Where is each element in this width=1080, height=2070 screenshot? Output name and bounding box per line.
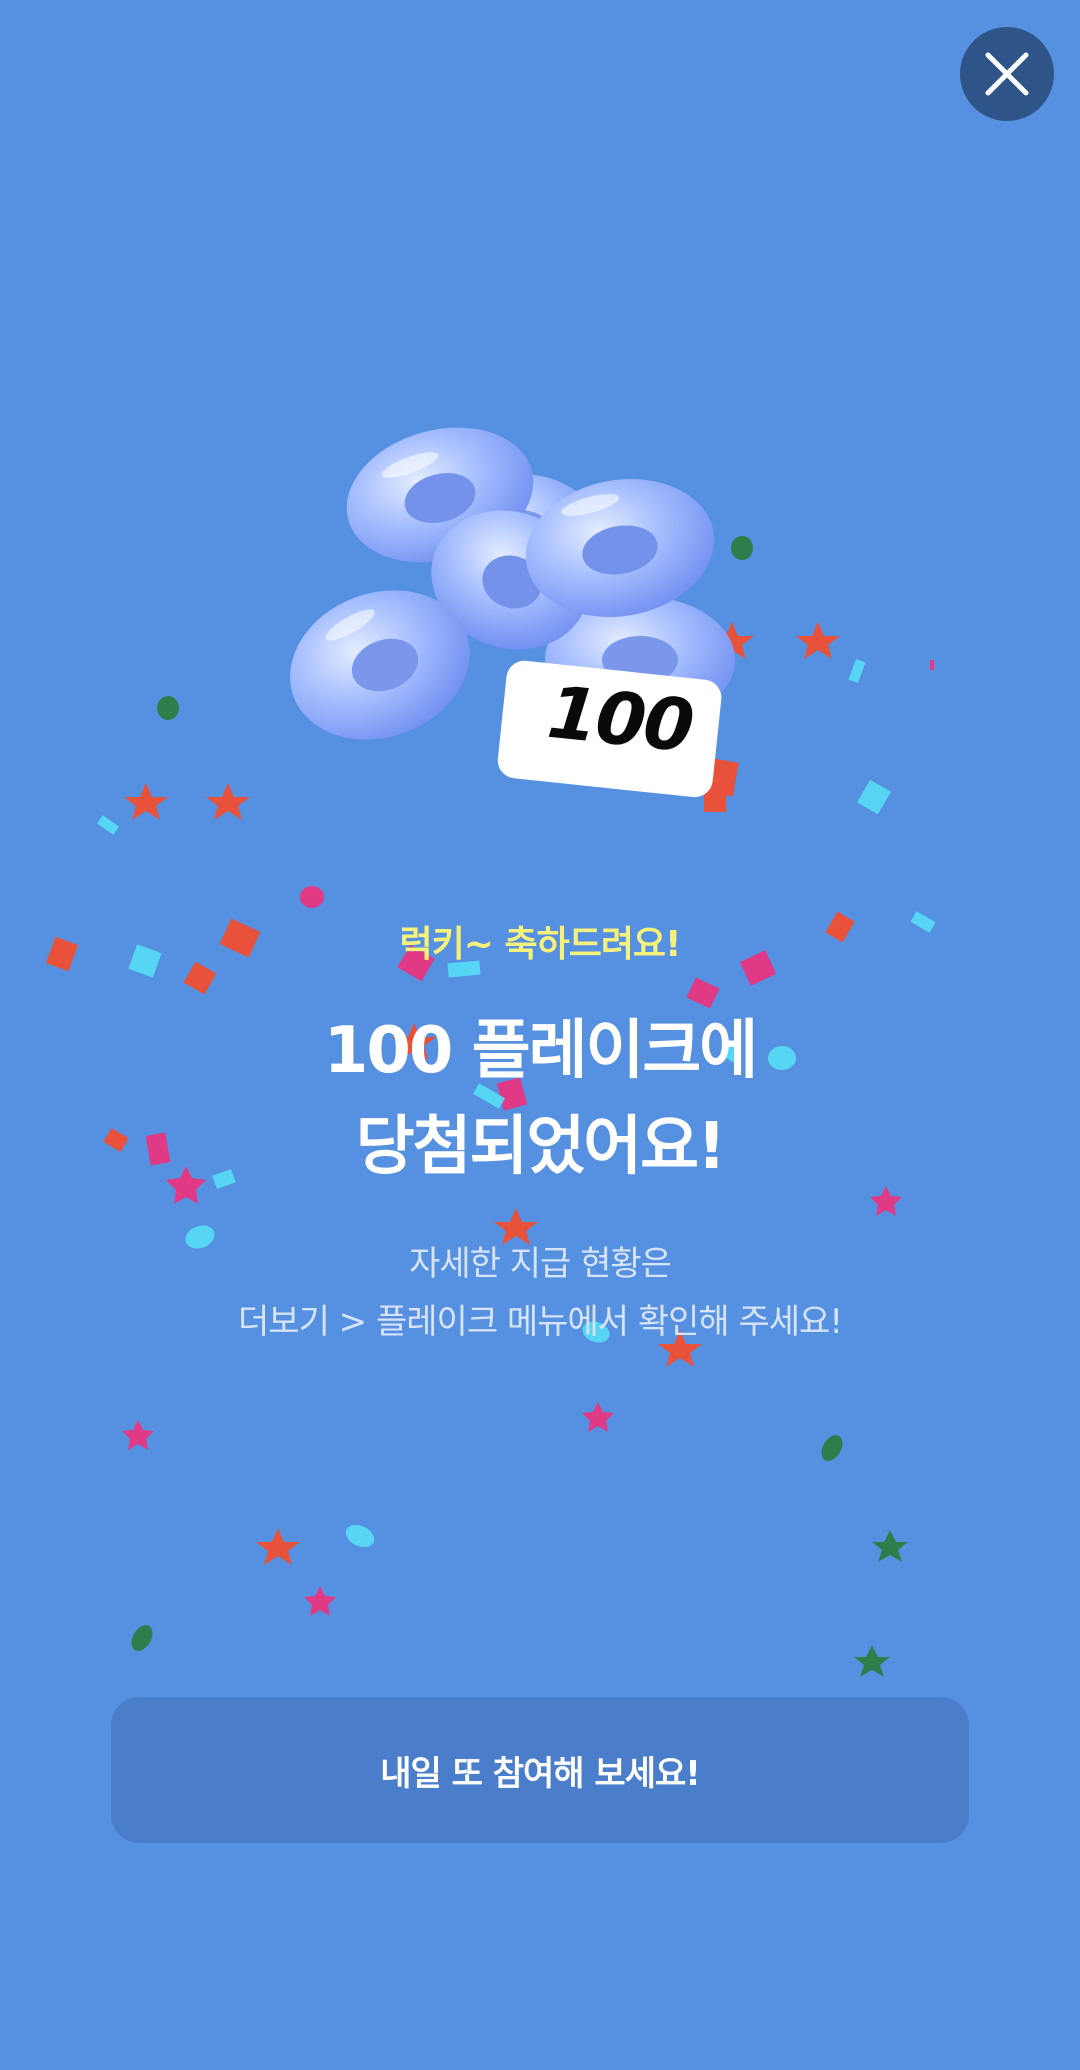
headline: 100 플레이크에 당첨되었어요! — [0, 1003, 1080, 1195]
description-line-1: 자세한 지급 현황은 — [409, 1244, 672, 1284]
description: 자세한 지급 현황은 더보기 > 플레이크 메뉴에서 확인해 주세요! — [0, 1235, 1080, 1351]
reward-message: 럭키~ 축하드려요! 100 플레이크에 당첨되었어요! 자세한 지급 현황은 … — [0, 915, 1080, 1351]
close-icon — [985, 52, 1029, 96]
lucky-text: 럭키~ 축하드려요! — [399, 924, 682, 965]
close-button[interactable] — [960, 27, 1054, 121]
headline-line-1: 100 플레이크에 — [323, 1014, 758, 1088]
headline-line-2: 당첨되었어요! — [355, 1110, 726, 1184]
try-again-tomorrow-button[interactable]: 내일 또 참여해 보세요! — [111, 1697, 969, 1843]
hero-badge-value: 100 — [543, 669, 697, 769]
description-line-2: 더보기 > 플레이크 메뉴에서 확인해 주세요! — [238, 1302, 843, 1342]
donut-coins-illustration: 100 — [290, 420, 810, 820]
reward-popup-screen: 100 럭키~ 축하드려요! 100 플레이크에 당첨되었어요! 자세한 지급 … — [0, 0, 1080, 2070]
